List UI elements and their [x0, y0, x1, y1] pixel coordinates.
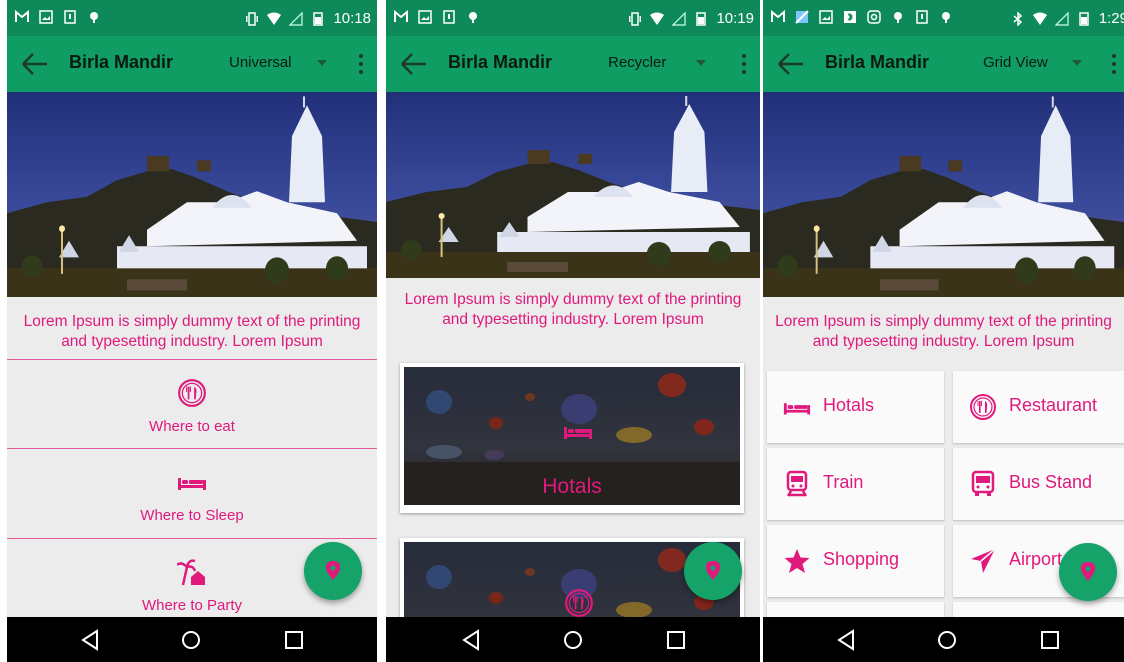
- nav-back-icon[interactable]: [835, 629, 857, 651]
- bluetooth-icon: [1013, 11, 1022, 26]
- status-time: 1:29: [1098, 10, 1124, 27]
- nav-back-icon[interactable]: [79, 629, 101, 651]
- more-vert-icon[interactable]: [1112, 54, 1116, 74]
- system-nav-bar: [386, 617, 760, 662]
- phone-screen-universal: 10:18 Birla Mandir Universal Lorem Ipsum…: [7, 0, 377, 662]
- description-text: Lorem Ipsum is simply dummy text of the …: [404, 291, 742, 328]
- back-arrow-icon[interactable]: [400, 52, 428, 76]
- page-title: Birla Mandir: [448, 52, 553, 72]
- chevron-down-icon[interactable]: [696, 60, 706, 66]
- wifi-icon: [267, 12, 282, 25]
- battery-icon: [696, 11, 707, 26]
- bug-icon: [894, 12, 902, 23]
- grid-item-train[interactable]: Train: [767, 448, 944, 520]
- gmail-icon: [15, 10, 29, 22]
- view-mode-spinner[interactable]: Grid View: [983, 54, 1048, 71]
- chevron-down-icon[interactable]: [317, 60, 327, 66]
- vibrate-icon: [246, 11, 259, 26]
- map-pin-icon: [325, 561, 341, 580]
- hotel-icon: [178, 478, 206, 490]
- download-icon: [443, 10, 455, 24]
- nav-recents-icon[interactable]: [1039, 629, 1061, 651]
- map-pin-icon: [1080, 562, 1096, 581]
- download-icon: [916, 10, 928, 24]
- more-vert-icon[interactable]: [359, 54, 363, 74]
- view-mode-spinner[interactable]: Recycler: [608, 54, 666, 71]
- download-icon: [64, 10, 76, 24]
- hotel-icon: [564, 427, 592, 439]
- view-mode-spinner[interactable]: Universal: [229, 54, 292, 71]
- bug-icon: [942, 12, 950, 23]
- nav-recents-icon[interactable]: [665, 629, 687, 651]
- bug-icon: [90, 12, 98, 23]
- signal-icon: [1054, 11, 1069, 26]
- bus-icon: [971, 470, 995, 496]
- beach-party-icon: [177, 559, 205, 586]
- train-icon: [786, 470, 808, 497]
- system-nav-bar: [763, 617, 1124, 662]
- status-bar: 10:18: [7, 0, 377, 36]
- list-item-where-to-sleep[interactable]: Where to Sleep: [7, 448, 377, 537]
- hotel-icon: [783, 403, 811, 415]
- nav-home-icon[interactable]: [936, 629, 958, 651]
- grid-item-restaurant[interactable]: Restaurant: [953, 371, 1124, 443]
- app-bar: Birla Mandir Recycler: [386, 36, 760, 92]
- wifi-icon: [650, 12, 665, 25]
- bug-icon: [469, 12, 477, 23]
- battery-icon: [1079, 11, 1089, 26]
- description-text: Lorem Ipsum is simply dummy text of the …: [775, 313, 1112, 350]
- battery-icon: [313, 11, 324, 26]
- category-card-hotals[interactable]: Hotals: [400, 363, 744, 513]
- signal-icon: [672, 11, 687, 26]
- gallery-icon: [418, 10, 432, 24]
- back-arrow-icon[interactable]: [21, 52, 49, 76]
- status-time: 10:18: [333, 10, 371, 27]
- map-pin-icon: [705, 561, 721, 580]
- restaurant-icon: [970, 394, 996, 420]
- grid-item-shopping[interactable]: Shopping: [767, 525, 944, 597]
- birla-mandir-photo: [763, 92, 1124, 297]
- status-time: 10:19: [716, 10, 754, 27]
- more-vert-icon[interactable]: [742, 54, 746, 74]
- nav-home-icon[interactable]: [562, 629, 584, 651]
- wifi-icon: [1032, 12, 1047, 25]
- phone-screen-recycler: 10:19 Birla Mandir Recycler Lorem Ipsum …: [386, 0, 760, 662]
- nav-recents-icon[interactable]: [283, 629, 305, 651]
- airplane-icon: [971, 548, 996, 573]
- star-icon: [784, 549, 810, 573]
- birla-mandir-photo: [386, 92, 760, 278]
- app-bar: Birla Mandir Universal: [7, 36, 377, 92]
- status-bar: 10:19: [386, 0, 760, 36]
- back-arrow-icon[interactable]: [777, 52, 805, 76]
- gmail-icon: [394, 10, 408, 22]
- list-item-where-to-eat[interactable]: Where to eat: [7, 359, 377, 448]
- instagram-icon: [867, 10, 881, 24]
- status-bar: 1:29: [763, 0, 1124, 36]
- page-title: Birla Mandir: [69, 52, 174, 72]
- map-location-fab[interactable]: [684, 542, 742, 600]
- grid-item-bus-stand[interactable]: Bus Stand: [953, 448, 1124, 520]
- phone-screen-grid-view: 1:29 Birla Mandir Grid View Lorem Ipsum …: [763, 0, 1124, 662]
- maps-icon: [795, 10, 809, 24]
- restaurant-icon: [178, 379, 206, 407]
- nav-home-icon[interactable]: [180, 629, 202, 651]
- bluetooth-app-icon: [844, 11, 856, 23]
- restaurant-icon: [565, 589, 593, 617]
- gallery-icon: [819, 10, 833, 24]
- gmail-icon: [771, 10, 785, 22]
- grid-item-hotals[interactable]: Hotals: [767, 371, 944, 443]
- chevron-down-icon[interactable]: [1072, 60, 1082, 66]
- signal-icon: [289, 11, 304, 26]
- app-bar: Birla Mandir Grid View: [763, 36, 1124, 92]
- vibrate-icon: [629, 11, 642, 26]
- description-text: Lorem Ipsum is simply dummy text of the …: [23, 313, 361, 350]
- map-location-fab[interactable]: [1059, 543, 1117, 601]
- page-title: Birla Mandir: [825, 52, 930, 72]
- gallery-icon: [39, 10, 53, 24]
- map-location-fab[interactable]: [304, 542, 362, 600]
- system-nav-bar: [7, 617, 377, 662]
- nav-back-icon[interactable]: [460, 629, 482, 651]
- birla-mandir-photo: [7, 92, 377, 297]
